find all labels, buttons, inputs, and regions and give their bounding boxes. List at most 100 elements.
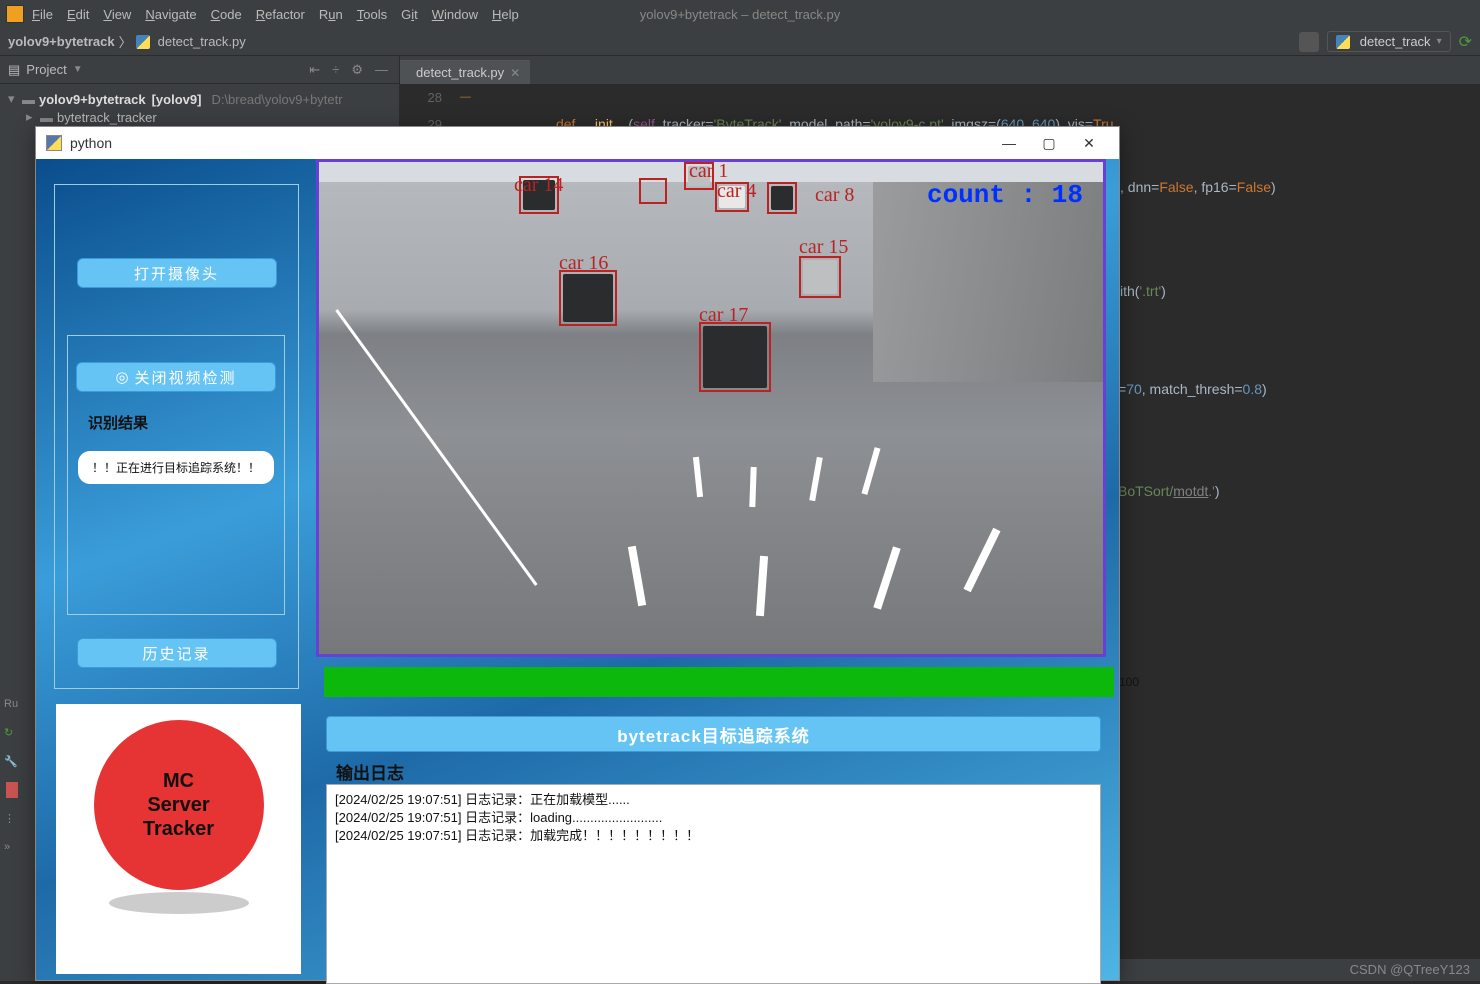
detection-bbox [799, 256, 841, 298]
result-status-pill: ！！正在进行目标追踪系统！！ [78, 451, 274, 484]
hide-icon[interactable]: — [372, 62, 391, 77]
run-config-label: detect_track [1360, 34, 1431, 49]
folder-icon: ▬ [40, 110, 53, 125]
log-line: [2024/02/25 19:07:51] 日志记录：正在加载模型...... [335, 791, 1092, 809]
left-tool-strip: Ru ↻ 🔧 ⋮ » [0, 690, 24, 861]
tree-child-label: bytetrack_tracker [57, 110, 157, 125]
lane-mark [963, 528, 1000, 593]
menu-view[interactable]: View [103, 7, 131, 22]
log-output[interactable]: [2024/02/25 19:07:51] 日志记录：正在加载模型...... … [326, 784, 1101, 984]
editor-tab-label: detect_track.py [416, 65, 504, 80]
breadcrumb-file[interactable]: detect_track.py [158, 34, 246, 49]
chevron-right-icon: ▸ [26, 109, 36, 125]
progress-value: 100 [1114, 675, 1144, 689]
menu-run[interactable]: Run [319, 7, 343, 22]
chevron-down-icon: ▾ [8, 91, 18, 107]
progress-bar[interactable] [324, 667, 1114, 697]
rerun-icon[interactable]: ↻ [0, 718, 24, 747]
menu-tools[interactable]: Tools [357, 7, 387, 22]
python-window-icon [46, 135, 62, 151]
project-tree: ▾ ▬ yolov9+bytetrack [yolov9] D:\bread\y… [0, 84, 399, 132]
log-legend: 输出日志 [326, 759, 1101, 784]
detection-count: count : 18 [927, 180, 1083, 210]
code-frag-3: =70, match_thresh=0.8) [1118, 376, 1267, 405]
minimize-button[interactable]: — [989, 135, 1029, 151]
side-panel: 打开摄像头 关闭视频检测 识别结果 ！！正在进行目标追踪系统！！ 历史记录 [54, 184, 299, 689]
logo-line3: Tracker [143, 817, 214, 841]
detection-bbox [767, 182, 797, 214]
close-detection-button[interactable]: 关闭视频检测 [76, 362, 276, 392]
project-panel-header: ▤ Project ▼ ⇤ ÷ ⚙ — [0, 56, 399, 84]
wrench-icon[interactable]: 🔧 [0, 747, 24, 776]
menu-refactor[interactable]: Refactor [256, 7, 305, 22]
log-line: [2024/02/25 19:07:51] 日志记录：加载完成！！！！！！！！！ [335, 827, 1092, 845]
menu-window[interactable]: Window [432, 7, 478, 22]
detection-bbox [699, 322, 771, 392]
lane-edge [335, 309, 537, 586]
inner-panel-box: 关闭视频检测 识别结果 ！！正在进行目标追踪系统！！ [67, 335, 285, 615]
menu-git[interactable]: Git [401, 7, 418, 22]
close-button[interactable]: ✕ [1069, 135, 1109, 152]
menu-edit[interactable]: Edit [67, 7, 89, 22]
lane-mark [627, 546, 645, 606]
stop-icon[interactable] [6, 782, 18, 798]
editor-tab-row: detect_track.py ✕ [400, 56, 1480, 84]
detection-bbox [559, 270, 617, 326]
video-wall [873, 182, 1103, 382]
code-frag-2: ith('.trt') [1120, 278, 1166, 307]
logo-line2: Server [143, 793, 214, 817]
settings-icon[interactable]: ⚙ [348, 62, 366, 78]
run-config-combo[interactable]: detect_track [1327, 31, 1451, 52]
code-frag-4: BoTSort/motdt.') [1118, 478, 1220, 507]
pywin-body: 打开摄像头 关闭视频检测 识别结果 ！！正在进行目标追踪系统！！ 历史记录 MC… [36, 159, 1119, 980]
user-avatar-icon[interactable] [1299, 32, 1319, 52]
open-camera-button[interactable]: 打开摄像头 [77, 258, 277, 288]
run-tool-label[interactable]: Ru [0, 690, 24, 718]
project-panel-icon[interactable]: ▤ [8, 62, 20, 78]
logo-box: MC Server Tracker [56, 704, 301, 974]
line-number: 28 [400, 84, 442, 111]
tree-child-row[interactable]: ▸ ▬ bytetrack_tracker [8, 108, 391, 126]
breadcrumb-project[interactable]: yolov9+bytetrack [8, 34, 115, 49]
detection-label: car 15 [799, 236, 848, 259]
project-panel-title[interactable]: Project [26, 62, 66, 77]
pywin-title-text: python [70, 135, 112, 151]
expand-icon[interactable]: ÷ [329, 62, 342, 77]
more-icon[interactable]: ⋮ [0, 804, 24, 833]
editor-gutter-marks: — [460, 84, 480, 111]
maximize-button[interactable]: ▢ [1029, 135, 1069, 152]
editor-tab[interactable]: detect_track.py ✕ [400, 60, 530, 84]
tree-root-row[interactable]: ▾ ▬ yolov9+bytetrack [yolov9] D:\bread\y… [8, 90, 391, 108]
result-label: 识别结果 [88, 412, 284, 433]
menu-code[interactable]: Code [211, 7, 242, 22]
menu-help[interactable]: Help [492, 7, 519, 22]
system-banner: bytetrack目标追踪系统 [326, 716, 1101, 752]
chevron-icon[interactable]: » [0, 833, 24, 861]
history-button[interactable]: 历史记录 [77, 638, 277, 668]
pywin-title-bar: python — ▢ ✕ [36, 127, 1119, 159]
logo-line1: MC [143, 769, 214, 793]
python-run-icon [1336, 35, 1350, 49]
watermark: CSDN @QTreeY123 [1350, 962, 1470, 977]
folder-icon: ▬ [22, 92, 35, 107]
menu-file[interactable]: File [32, 7, 53, 22]
tree-root-label: yolov9+bytetrack [39, 92, 146, 107]
log-line: [2024/02/25 19:07:51] 日志记录：loading......… [335, 809, 1092, 827]
code-frag-1: , dnn=False, fp16=False) [1120, 174, 1276, 203]
lane-mark [874, 546, 901, 609]
project-dropdown-icon[interactable]: ▼ [73, 64, 83, 75]
detection-label: car 14 [514, 174, 563, 197]
ide-toolbar: yolov9+bytetrack 〉 detect_track.py detec… [0, 28, 1480, 56]
menu-navigate[interactable]: Navigate [145, 7, 196, 22]
lane-mark [809, 457, 823, 501]
breadcrumb-separator: 〉 [119, 32, 132, 51]
python-app-window: python — ▢ ✕ 打开摄像头 关闭视频检测 识别结果 ！！正在进行目标追… [35, 126, 1120, 981]
detection-label: car 4 [717, 180, 756, 203]
ide-window-title: yolov9+bytetrack – detect_track.py [640, 7, 841, 22]
python-file-icon [136, 35, 150, 49]
sync-icon[interactable]: ⟳ [1459, 32, 1472, 52]
progress-row: 100 [324, 667, 1144, 697]
video-frame: count : 18 car 14car 1car 4car 8car 15ca… [316, 159, 1106, 657]
close-icon[interactable]: ✕ [510, 66, 520, 80]
collapse-icon[interactable]: ⇤ [306, 62, 323, 78]
